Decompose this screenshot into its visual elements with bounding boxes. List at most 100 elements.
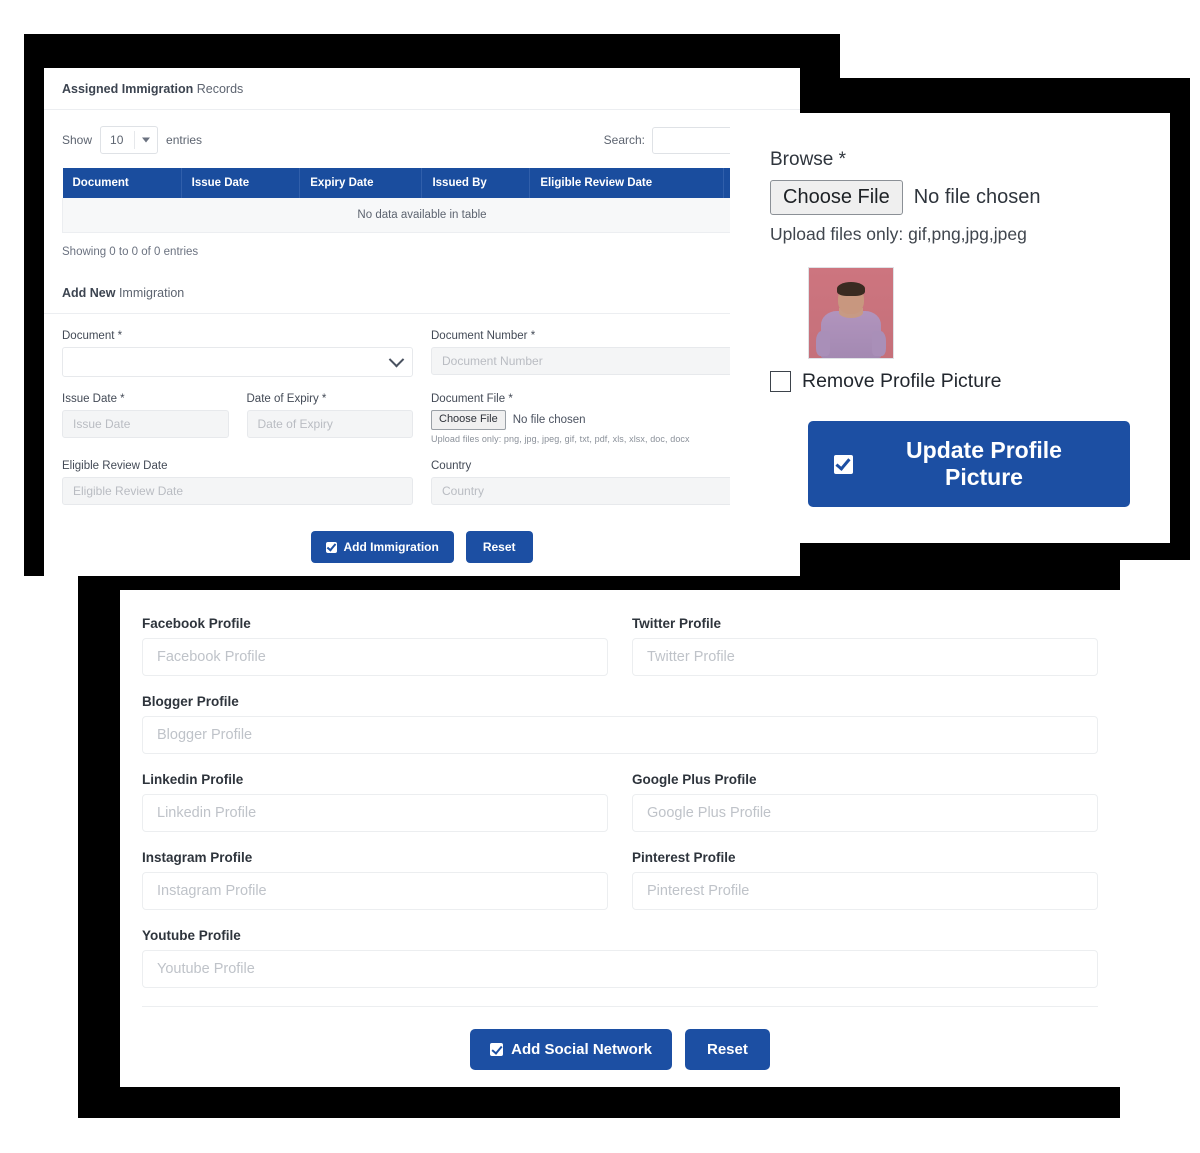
field-twitter-profile: Twitter Profile Twitter Profile [632, 616, 1098, 676]
twitter-profile-input[interactable]: Twitter Profile [632, 638, 1098, 676]
search-label: Search: [603, 133, 645, 147]
add-social-network-button[interactable]: Add Social Network [470, 1029, 672, 1070]
check-icon [326, 541, 338, 553]
thumbnail-sleeve-right [872, 331, 887, 357]
entries-length-value: 10 [110, 133, 124, 147]
document-label: Document * [62, 330, 123, 342]
remove-profile-picture-label: Remove Profile Picture [802, 370, 1002, 392]
instagram-profile-input[interactable]: Instagram Profile [142, 872, 608, 910]
update-profile-picture-button[interactable]: Update Profile Picture [808, 421, 1130, 507]
instagram-profile-label: Instagram Profile [142, 850, 253, 865]
immigration-reset-label: Reset [482, 540, 516, 554]
pinterest-profile-label: Pinterest Profile [632, 850, 736, 865]
google-plus-profile-label: Google Plus Profile [632, 772, 757, 787]
facebook-profile-label: Facebook Profile [142, 616, 251, 631]
remove-profile-picture-checkbox[interactable] [770, 371, 791, 392]
entries-label: entries [166, 133, 203, 147]
profile-picture-card: Browse * Choose File No file chosen Uplo… [730, 113, 1170, 543]
social-row: Instagram Profile Instagram Profile Pint… [142, 850, 1098, 910]
column-header-eligible-review-date[interactable]: Eligible Review Date [529, 168, 725, 198]
choose-file-button[interactable]: Choose File [770, 180, 903, 215]
immigration-card: Assigned Immigration Records Show 10 ent… [44, 68, 800, 576]
chevron-down-icon [388, 351, 405, 367]
field-date-of-expiry: Date of Expiry * Date of Expiry [246, 393, 413, 444]
screenshot-stage: Assigned Immigration Records Show 10 ent… [0, 0, 1200, 1153]
google-plus-profile-input[interactable]: Google Plus Profile [632, 794, 1098, 832]
twitter-profile-label: Twitter Profile [632, 616, 722, 631]
datatable-info: Showing 0 to 0 of 0 entries [62, 246, 199, 258]
field-instagram-profile: Instagram Profile Instagram Profile [142, 850, 608, 910]
section-title-bold: Add New [62, 286, 116, 300]
datatable-controls: Show 10 entries Search: [62, 126, 782, 154]
table-empty-row: No data available in table [62, 198, 782, 233]
field-eligible-review-date: Eligible Review Date Eligible Review Dat… [62, 460, 413, 505]
issue-date-label: Issue Date * [62, 393, 125, 405]
profile-picture-thumbnail [808, 267, 894, 359]
field-google-plus-profile: Google Plus Profile Google Plus Profile [632, 772, 1098, 832]
social-row: Youtube Profile Youtube Profile [142, 928, 1098, 988]
social-network-card: Facebook Profile Facebook Profile Twitte… [120, 590, 1120, 1087]
immigration-title-rest: Records [193, 82, 244, 96]
choose-file-button[interactable]: Choose File [431, 410, 506, 430]
youtube-profile-input[interactable]: Youtube Profile [142, 950, 1098, 988]
eligible-review-date-input[interactable]: Eligible Review Date [62, 477, 413, 505]
add-immigration-section-title: Add New Immigration [44, 286, 800, 314]
datatable-length-control: Show 10 entries [62, 126, 202, 154]
select-separator [134, 131, 136, 149]
column-header-issue-date[interactable]: Issue Date [181, 168, 301, 198]
blogger-profile-input[interactable]: Blogger Profile [142, 716, 1098, 754]
section-title-rest: Immigration [115, 286, 185, 300]
immigration-table: Document Issue Date Expiry Date Issued B… [62, 168, 782, 233]
blogger-profile-label: Blogger Profile [142, 694, 239, 709]
add-immigration-label: Add Immigration [343, 540, 439, 554]
immigration-title-bold: Assigned Immigration [62, 82, 194, 96]
immigration-card-title: Assigned Immigration Records [44, 68, 800, 110]
browse-label: Browse * [770, 149, 847, 170]
social-form-actions: Add Social Network Reset [142, 1006, 1098, 1070]
social-reset-label: Reset [707, 1041, 748, 1058]
youtube-profile-label: Youtube Profile [142, 928, 241, 943]
issue-date-input[interactable]: Issue Date [62, 410, 229, 438]
field-blogger-profile: Blogger Profile Blogger Profile [142, 694, 1098, 754]
profile-file-picker[interactable]: Choose File No file chosen [770, 180, 1130, 215]
no-file-chosen-text: No file chosen [512, 414, 586, 426]
column-header-expiry-date[interactable]: Expiry Date [299, 168, 423, 198]
check-icon [834, 454, 853, 474]
no-file-chosen-text: No file chosen [913, 186, 1041, 208]
check-icon [490, 1043, 504, 1056]
field-pinterest-profile: Pinterest Profile Pinterest Profile [632, 850, 1098, 910]
eligible-review-date-label: Eligible Review Date [62, 460, 168, 472]
field-youtube-profile: Youtube Profile Youtube Profile [142, 928, 1098, 988]
thumbnail-sleeve-left [815, 331, 830, 357]
social-row: Blogger Profile Blogger Profile [142, 694, 1098, 754]
column-header-issued-by[interactable]: Issued By [421, 168, 531, 198]
field-facebook-profile: Facebook Profile Facebook Profile [142, 616, 608, 676]
remove-profile-picture-row[interactable]: Remove Profile Picture [770, 370, 1130, 393]
date-of-expiry-input[interactable]: Date of Expiry [246, 410, 413, 438]
pinterest-profile-input[interactable]: Pinterest Profile [632, 872, 1098, 910]
linkedin-profile-label: Linkedin Profile [142, 772, 244, 787]
thumbnail-hair [836, 282, 866, 296]
table-header-row: Document Issue Date Expiry Date Issued B… [62, 168, 782, 198]
entries-length-select[interactable]: 10 [100, 126, 159, 154]
field-linkedin-profile: Linkedin Profile Linkedin Profile [142, 772, 608, 832]
facebook-profile-input[interactable]: Facebook Profile [142, 638, 608, 676]
document-select[interactable] [62, 347, 413, 377]
column-header-document[interactable]: Document [62, 168, 182, 198]
profile-upload-hint: Upload files only: gif,png,jpg,jpeg [770, 224, 1027, 244]
add-immigration-button[interactable]: Add Immigration [311, 531, 454, 563]
show-label: Show [62, 133, 93, 147]
immigration-form-actions: Add Immigration Reset [62, 531, 782, 567]
linkedin-profile-input[interactable]: Linkedin Profile [142, 794, 608, 832]
immigration-reset-button[interactable]: Reset [465, 531, 533, 563]
field-document: Document * [62, 330, 413, 377]
chevron-down-icon [142, 137, 151, 143]
field-issue-date: Issue Date * Issue Date [62, 393, 229, 444]
update-profile-picture-label: Update Profile Picture [906, 437, 1062, 490]
social-row: Facebook Profile Facebook Profile Twitte… [142, 616, 1098, 676]
social-reset-button[interactable]: Reset [685, 1029, 770, 1070]
table-empty-message: No data available in table [62, 198, 782, 233]
date-of-expiry-label: Date of Expiry * [246, 393, 327, 405]
add-social-network-label: Add Social Network [511, 1041, 652, 1058]
social-row: Linkedin Profile Linkedin Profile Google… [142, 772, 1098, 832]
